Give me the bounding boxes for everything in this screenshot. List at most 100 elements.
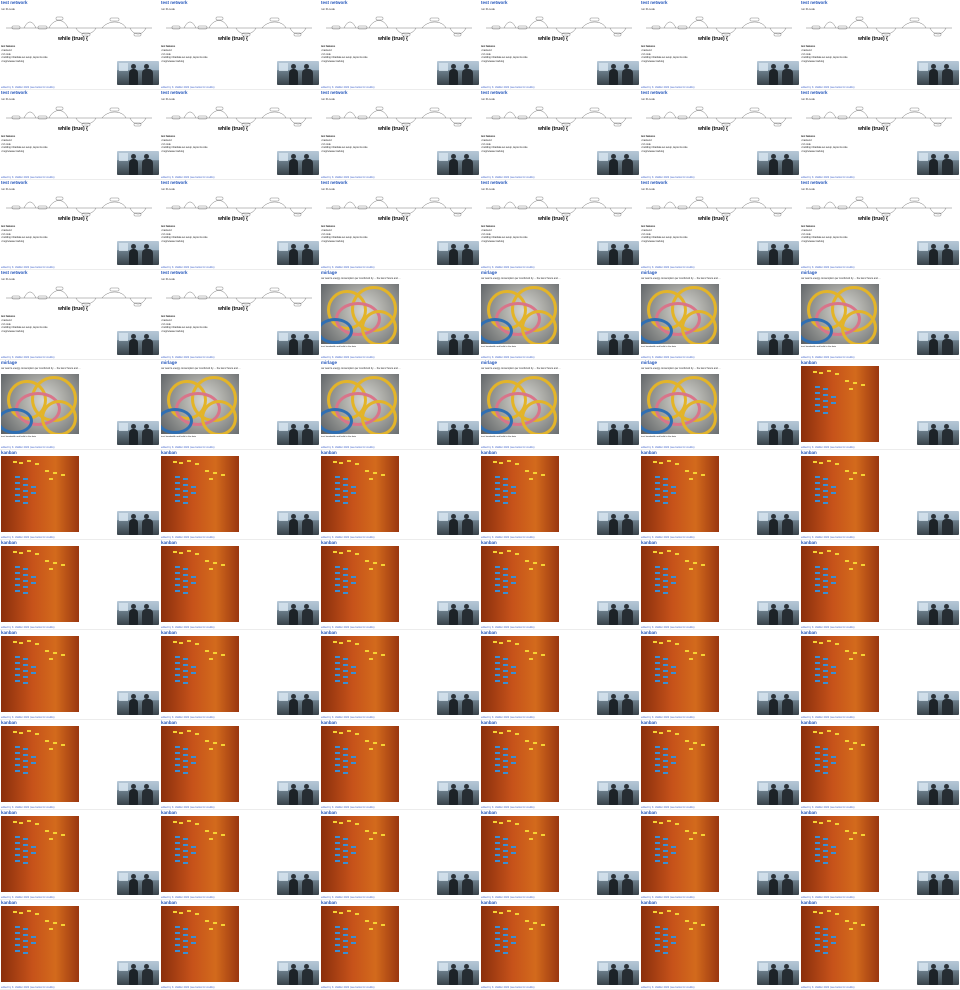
slide-kanban[interactable]: kanban edited by K. Vakiller 2022 (see b… <box>480 810 640 900</box>
slide-kanban[interactable]: kanban edited by K. Vakiller 2022 (see b… <box>640 540 800 630</box>
slide-cables[interactable]: mirlage our team's energy consumption pe… <box>0 360 160 450</box>
slide-kanban[interactable]: kanban edited by K. Vakiller 2022 (see b… <box>800 900 960 990</box>
slide-caption: our team's energy consumption per month/… <box>321 277 401 280</box>
slide-regexp[interactable]: test network run:R-node while (true) { t… <box>0 180 160 270</box>
slide-kanban[interactable]: kanban edited by K. Vakiller 2022 (see b… <box>480 540 640 630</box>
presenter-camera <box>437 151 479 175</box>
slide-regexp[interactable]: test network run:R-node while (true) { t… <box>0 0 160 90</box>
slide-kanban[interactable]: kanban edited by K. Vakiller 2022 (see b… <box>320 630 480 720</box>
slide-title: kanban <box>641 630 657 635</box>
slide-title: test network <box>321 90 348 95</box>
slide-cables[interactable]: mirlage our team's energy consumption pe… <box>480 270 640 360</box>
slide-kanban[interactable]: kanban edited by K. Vakiller 2022 (see b… <box>800 630 960 720</box>
slide-kanban[interactable]: kanban edited by K. Vakiller 2022 (see b… <box>800 720 960 810</box>
slide-kanban[interactable]: kanban edited by K. Vakiller 2022 (see b… <box>480 720 640 810</box>
slide-cables[interactable]: mirlage our team's energy consumption pe… <box>320 270 480 360</box>
slide-kanban[interactable]: kanban edited by K. Vakiller 2022 (see b… <box>0 810 160 900</box>
slide-cables[interactable]: mirlage our team's energy consumption pe… <box>160 360 320 450</box>
slide-cables[interactable]: mirlage our team's energy consumption pe… <box>800 270 960 360</box>
slide-kanban[interactable]: kanban edited by K. Vakiller 2022 (see b… <box>0 630 160 720</box>
slide-cables[interactable]: mirlage our team's energy consumption pe… <box>320 360 480 450</box>
slide-kanban[interactable]: kanban edited by K. Vakiller 2022 (see b… <box>160 810 320 900</box>
slide-cables[interactable]: mirlage our team's energy consumption pe… <box>480 360 640 450</box>
slide-kanban[interactable]: kanban edited by K. Vakiller 2022 (see b… <box>320 810 480 900</box>
slide-kanban[interactable]: kanban edited by K. Vakiller 2022 (see b… <box>160 450 320 540</box>
slide-regexp[interactable]: test network run:R-node while (true) { t… <box>800 90 960 180</box>
slide-regexp[interactable]: test network run:R-node while (true) { t… <box>160 180 320 270</box>
slide-cables[interactable]: mirlage our team's energy consumption pe… <box>640 270 800 360</box>
slide-title: kanban <box>481 900 497 905</box>
kanban-photo <box>321 906 399 982</box>
presenter-camera <box>117 601 159 625</box>
loop-label: while (true) { <box>218 36 249 42</box>
feature-item: bug/release tracking <box>481 240 528 244</box>
slide-title: kanban <box>1 900 17 905</box>
slide-kanban[interactable]: kanban edited by K. Vakiller 2022 (see b… <box>640 450 800 540</box>
presenter-camera <box>917 511 959 535</box>
feature-item: bug/release tracking <box>801 60 848 64</box>
slide-kanban[interactable]: kanban edited by K. Vakiller 2022 (see b… <box>640 630 800 720</box>
presenter-camera <box>437 691 479 715</box>
slide-kanban[interactable]: kanban edited by K. Vakiller 2022 (see b… <box>160 540 320 630</box>
slide-regexp[interactable]: test network run:R-node while (true) { t… <box>160 90 320 180</box>
slide-regexp[interactable]: test network run:R-node while (true) { t… <box>0 90 160 180</box>
kanban-photo <box>481 636 559 712</box>
slide-kanban[interactable]: kanban edited by K. Vakiller 2022 (see b… <box>800 450 960 540</box>
slide-kanban[interactable]: kanban edited by K. Vakiller 2022 (see b… <box>480 630 640 720</box>
feature-list: test features backend UI code building i… <box>1 135 48 154</box>
slide-title: kanban <box>161 810 177 815</box>
slide-regexp[interactable]: test network run:R-node while (true) { t… <box>0 270 160 360</box>
feature-list: test features backend UI code building i… <box>481 45 528 64</box>
slide-regexp[interactable]: test network run:R-node while (true) { t… <box>480 180 640 270</box>
slide-kanban[interactable]: kanban edited by K. Vakiller 2022 (see b… <box>0 540 160 630</box>
slide-regexp[interactable]: test network run:R-node while (true) { t… <box>640 180 800 270</box>
slide-kanban[interactable]: kanban edited by K. Vakiller 2022 (see b… <box>800 810 960 900</box>
slide-regexp[interactable]: test network run:R-node while (true) { t… <box>320 180 480 270</box>
slide-regexp[interactable]: test network run:R-node while (true) { t… <box>160 270 320 360</box>
slide-title: kanban <box>321 450 337 455</box>
slide-regexp[interactable]: test network run:R-node while (true) { t… <box>480 90 640 180</box>
kanban-photo <box>801 636 879 712</box>
presenter-camera <box>597 601 639 625</box>
slide-kanban[interactable]: kanban edited by K. Vakiller 2022 (see b… <box>160 900 320 990</box>
slide-cables[interactable]: mirlage our team's energy consumption pe… <box>640 360 800 450</box>
slide-kanban[interactable]: kanban edited by K. Vakiller 2022 (see b… <box>320 720 480 810</box>
slide-kanban[interactable]: kanban edited by K. Vakiller 2022 (see b… <box>640 900 800 990</box>
slide-regexp[interactable]: test network run:R-node while (true) { t… <box>320 0 480 90</box>
slide-regexp[interactable]: test network run:R-node while (true) { t… <box>160 0 320 90</box>
slide-kanban[interactable]: kanban edited by K. Vakiller 2022 (see b… <box>320 900 480 990</box>
slide-kanban[interactable]: kanban edited by K. Vakiller 2022 (see b… <box>160 720 320 810</box>
feature-item: bug/release tracking <box>1 240 48 244</box>
slide-kanban[interactable]: kanban edited by K. Vakiller 2022 (see b… <box>800 540 960 630</box>
slide-regexp[interactable]: test network run:R-node while (true) { t… <box>480 0 640 90</box>
slide-regexp[interactable]: test network run:R-node while (true) { t… <box>800 180 960 270</box>
kanban-photo <box>641 456 719 532</box>
kanban-photo <box>481 456 559 532</box>
slide-title: kanban <box>321 540 337 545</box>
slide-title: kanban <box>161 540 177 545</box>
slide-title: kanban <box>641 720 657 725</box>
presenter-camera <box>917 61 959 85</box>
slide-kanban[interactable]: kanban edited by K. Vakiller 2022 (see b… <box>0 450 160 540</box>
slide-regexp[interactable]: test network run:R-node while (true) { t… <box>640 90 800 180</box>
slide-regexp[interactable]: test network run:R-node while (true) { t… <box>800 0 960 90</box>
slide-title: mirlage <box>481 270 498 275</box>
presenter-camera <box>757 871 799 895</box>
slide-kanban[interactable]: kanban edited by K. Vakiller 2022 (see b… <box>640 810 800 900</box>
slide-kanban[interactable]: kanban edited by K. Vakiller 2022 (see b… <box>320 450 480 540</box>
slide-kanban[interactable]: kanban edited by K. Vakiller 2022 (see b… <box>320 540 480 630</box>
feature-item: bug/release tracking <box>321 150 368 154</box>
presenter-camera <box>597 151 639 175</box>
slide-kanban[interactable]: kanban edited by K. Vakiller 2022 (see b… <box>0 900 160 990</box>
presenter-camera <box>117 961 159 985</box>
slide-kanban[interactable]: kanban edited by K. Vakiller 2022 (see b… <box>480 900 640 990</box>
slide-title: kanban <box>481 810 497 815</box>
slide-kanban[interactable]: kanban edited by K. Vakiller 2022 (see b… <box>640 720 800 810</box>
slide-kanban[interactable]: kanban edited by K. Vakiller 2022 (see b… <box>480 450 640 540</box>
kanban-photo <box>641 726 719 802</box>
slide-regexp[interactable]: test network run:R-node while (true) { t… <box>640 0 800 90</box>
slide-kanban[interactable]: kanban edited by K. Vakiller 2022 (see b… <box>800 360 960 450</box>
slide-kanban[interactable]: kanban edited by K. Vakiller 2022 (see b… <box>160 630 320 720</box>
slide-kanban[interactable]: kanban edited by K. Vakiller 2022 (see b… <box>0 720 160 810</box>
slide-regexp[interactable]: test network run:R-node while (true) { t… <box>320 90 480 180</box>
